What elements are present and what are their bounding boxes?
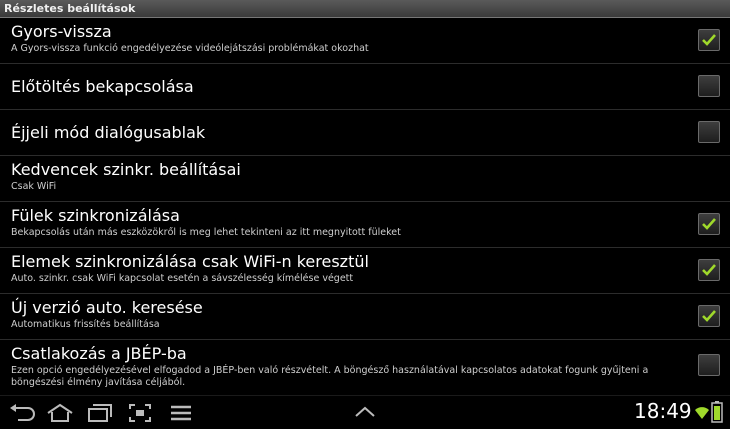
check-mark-icon [702, 264, 716, 276]
setting-title: Fülek szinkronizálása [11, 206, 180, 225]
setting-title: Előtöltés bekapcsolása [11, 77, 194, 96]
setting-tab-sync[interactable]: Fülek szinkronizálása Bekapcsolás után m… [0, 202, 730, 248]
check-mark-icon [702, 310, 716, 322]
setting-sync-wifi-only[interactable]: Elemek szinkronizálása csak WiFi-n keres… [0, 248, 730, 294]
setting-summary: Bekapcsolás után más eszközökről is meg … [11, 227, 401, 238]
system-navigation-bar: 18:49 [0, 395, 730, 429]
setting-summary: Auto. szinkr. csak WiFi kapcsolat esetén… [11, 273, 354, 284]
setting-title: Gyors-vissza [11, 22, 112, 41]
check-mark-icon [702, 218, 716, 230]
checkbox-checked[interactable] [698, 259, 720, 281]
home-icon[interactable] [46, 403, 74, 423]
setting-summary: Ezen opció engedélyezésével elfogadod a … [11, 365, 649, 388]
checkbox-unchecked[interactable] [698, 354, 720, 376]
setting-summary: Automatikus frissítés beállítása [11, 319, 160, 330]
recent-apps-icon[interactable] [87, 403, 113, 423]
setting-title: Elemek szinkronizálása csak WiFi-n keres… [11, 252, 369, 271]
checkbox-unchecked[interactable] [698, 121, 720, 143]
settings-list: Gyors-vissza A Gyors-vissza funkció enge… [0, 18, 730, 395]
setting-title: Csatlakozás a JBÉP-ba [11, 344, 187, 363]
checkbox-checked[interactable] [698, 305, 720, 327]
setting-summary: Csak WiFi [11, 181, 57, 192]
setting-join-program[interactable]: Csatlakozás a JBÉP-ba Ezen opció engedél… [0, 340, 730, 395]
wifi-icon [695, 407, 709, 419]
back-icon[interactable] [8, 404, 36, 422]
menu-icon[interactable] [170, 405, 192, 421]
check-mark-icon [702, 34, 716, 46]
checkbox-unchecked[interactable] [698, 75, 720, 97]
battery-icon [711, 401, 723, 423]
setting-title: Éjjeli mód dialógusablak [11, 123, 206, 142]
setting-title: Kedvencek szinkr. beállításai [11, 160, 241, 179]
status-clock: 18:49 [634, 399, 692, 423]
setting-title: Új verzió auto. keresése [11, 298, 203, 317]
setting-favorites-sync[interactable]: Kedvencek szinkr. beállításai Csak WiFi [0, 156, 730, 202]
page-title: Részletes beállítások [4, 2, 136, 15]
setting-gyors-vissza[interactable]: Gyors-vissza A Gyors-vissza funkció enge… [0, 18, 730, 64]
setting-preload[interactable]: Előtöltés bekapcsolása [0, 64, 730, 110]
checkbox-checked[interactable] [698, 29, 720, 51]
setting-night-mode-dialog[interactable]: Éjjeli mód dialógusablak [0, 110, 730, 156]
chevron-up-icon[interactable] [354, 406, 376, 418]
title-bar: Részletes beállítások [0, 0, 730, 18]
setting-auto-update[interactable]: Új verzió auto. keresése Automatikus fri… [0, 294, 730, 340]
screenshot-icon[interactable] [128, 403, 152, 423]
checkbox-checked[interactable] [698, 213, 720, 235]
setting-summary: A Gyors-vissza funkció engedélyezése vid… [11, 43, 369, 54]
